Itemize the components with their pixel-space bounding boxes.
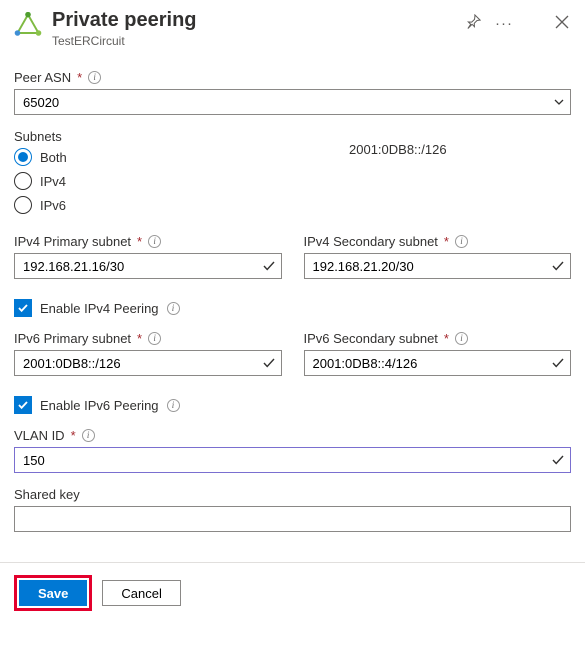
info-icon[interactable]: i — [148, 332, 161, 345]
ipv6-secondary-field: IPv6 Secondary subnet * i — [304, 331, 572, 376]
peer-asn-field: Peer ASN * i — [14, 70, 571, 115]
breadcrumb: TestERCircuit — [52, 34, 454, 48]
ipv6-primary-input[interactable] — [14, 350, 282, 376]
ipv6-primary-field: IPv6 Primary subnet * i — [14, 331, 282, 376]
shared-key-field: Shared key — [14, 487, 571, 532]
expressroute-icon — [14, 12, 42, 40]
ipv6-secondary-input[interactable] — [304, 350, 572, 376]
enable-ipv4-row: Enable IPv4 Peering i — [14, 299, 571, 317]
ipv4-primary-input[interactable] — [14, 253, 282, 279]
info-icon[interactable]: i — [88, 71, 101, 84]
ipv6-secondary-label: IPv6 Secondary subnet — [304, 331, 438, 346]
shared-key-label: Shared key — [14, 487, 80, 502]
save-highlight-box: Save — [14, 575, 92, 611]
ipv4-primary-label: IPv4 Primary subnet — [14, 234, 131, 249]
subnets-option-ipv6[interactable]: IPv6 — [14, 196, 571, 214]
ipv4-primary-field: IPv4 Primary subnet * i — [14, 234, 282, 279]
ellipsis-icon[interactable]: ··· — [493, 14, 515, 33]
pin-icon[interactable] — [464, 12, 483, 34]
page-title: Private peering — [52, 8, 454, 32]
ipv4-secondary-input[interactable] — [304, 253, 572, 279]
cancel-button[interactable]: Cancel — [102, 580, 180, 606]
required-mark: * — [77, 70, 82, 85]
panel-footer: Save Cancel — [0, 562, 585, 623]
floating-subnet-text: 2001:0DB8::/126 — [349, 142, 447, 157]
ipv4-secondary-label: IPv4 Secondary subnet — [304, 234, 438, 249]
vlan-input[interactable] — [14, 447, 571, 473]
enable-ipv6-row: Enable IPv6 Peering i — [14, 396, 571, 414]
info-icon[interactable]: i — [148, 235, 161, 248]
vlan-field: VLAN ID * i — [14, 428, 571, 473]
subnets-option-both[interactable]: Both — [14, 148, 571, 166]
vlan-label: VLAN ID — [14, 428, 65, 443]
save-button[interactable]: Save — [19, 580, 87, 606]
enable-ipv4-label: Enable IPv4 Peering — [40, 301, 159, 316]
subnets-option-ipv4[interactable]: IPv4 — [14, 172, 571, 190]
ipv6-primary-label: IPv6 Primary subnet — [14, 331, 131, 346]
subnets-label: Subnets — [14, 129, 62, 144]
panel-header: Private peering TestERCircuit ··· — [14, 8, 571, 48]
peer-asn-input[interactable] — [14, 89, 571, 115]
shared-key-input[interactable] — [14, 506, 571, 532]
enable-ipv6-label: Enable IPv6 Peering — [40, 398, 159, 413]
enable-ipv6-checkbox[interactable] — [14, 396, 32, 414]
radio-checked-icon — [14, 148, 32, 166]
enable-ipv4-checkbox[interactable] — [14, 299, 32, 317]
peer-asn-label: Peer ASN — [14, 70, 71, 85]
info-icon[interactable]: i — [455, 332, 468, 345]
radio-unchecked-icon — [14, 196, 32, 214]
info-icon[interactable]: i — [455, 235, 468, 248]
ipv4-secondary-field: IPv4 Secondary subnet * i — [304, 234, 572, 279]
info-icon[interactable]: i — [167, 302, 180, 315]
close-icon[interactable] — [553, 13, 571, 34]
info-icon[interactable]: i — [82, 429, 95, 442]
info-icon[interactable]: i — [167, 399, 180, 412]
radio-unchecked-icon — [14, 172, 32, 190]
subnets-field: Subnets Both IPv4 IPv6 2001:0DB8::/126 — [14, 129, 571, 214]
